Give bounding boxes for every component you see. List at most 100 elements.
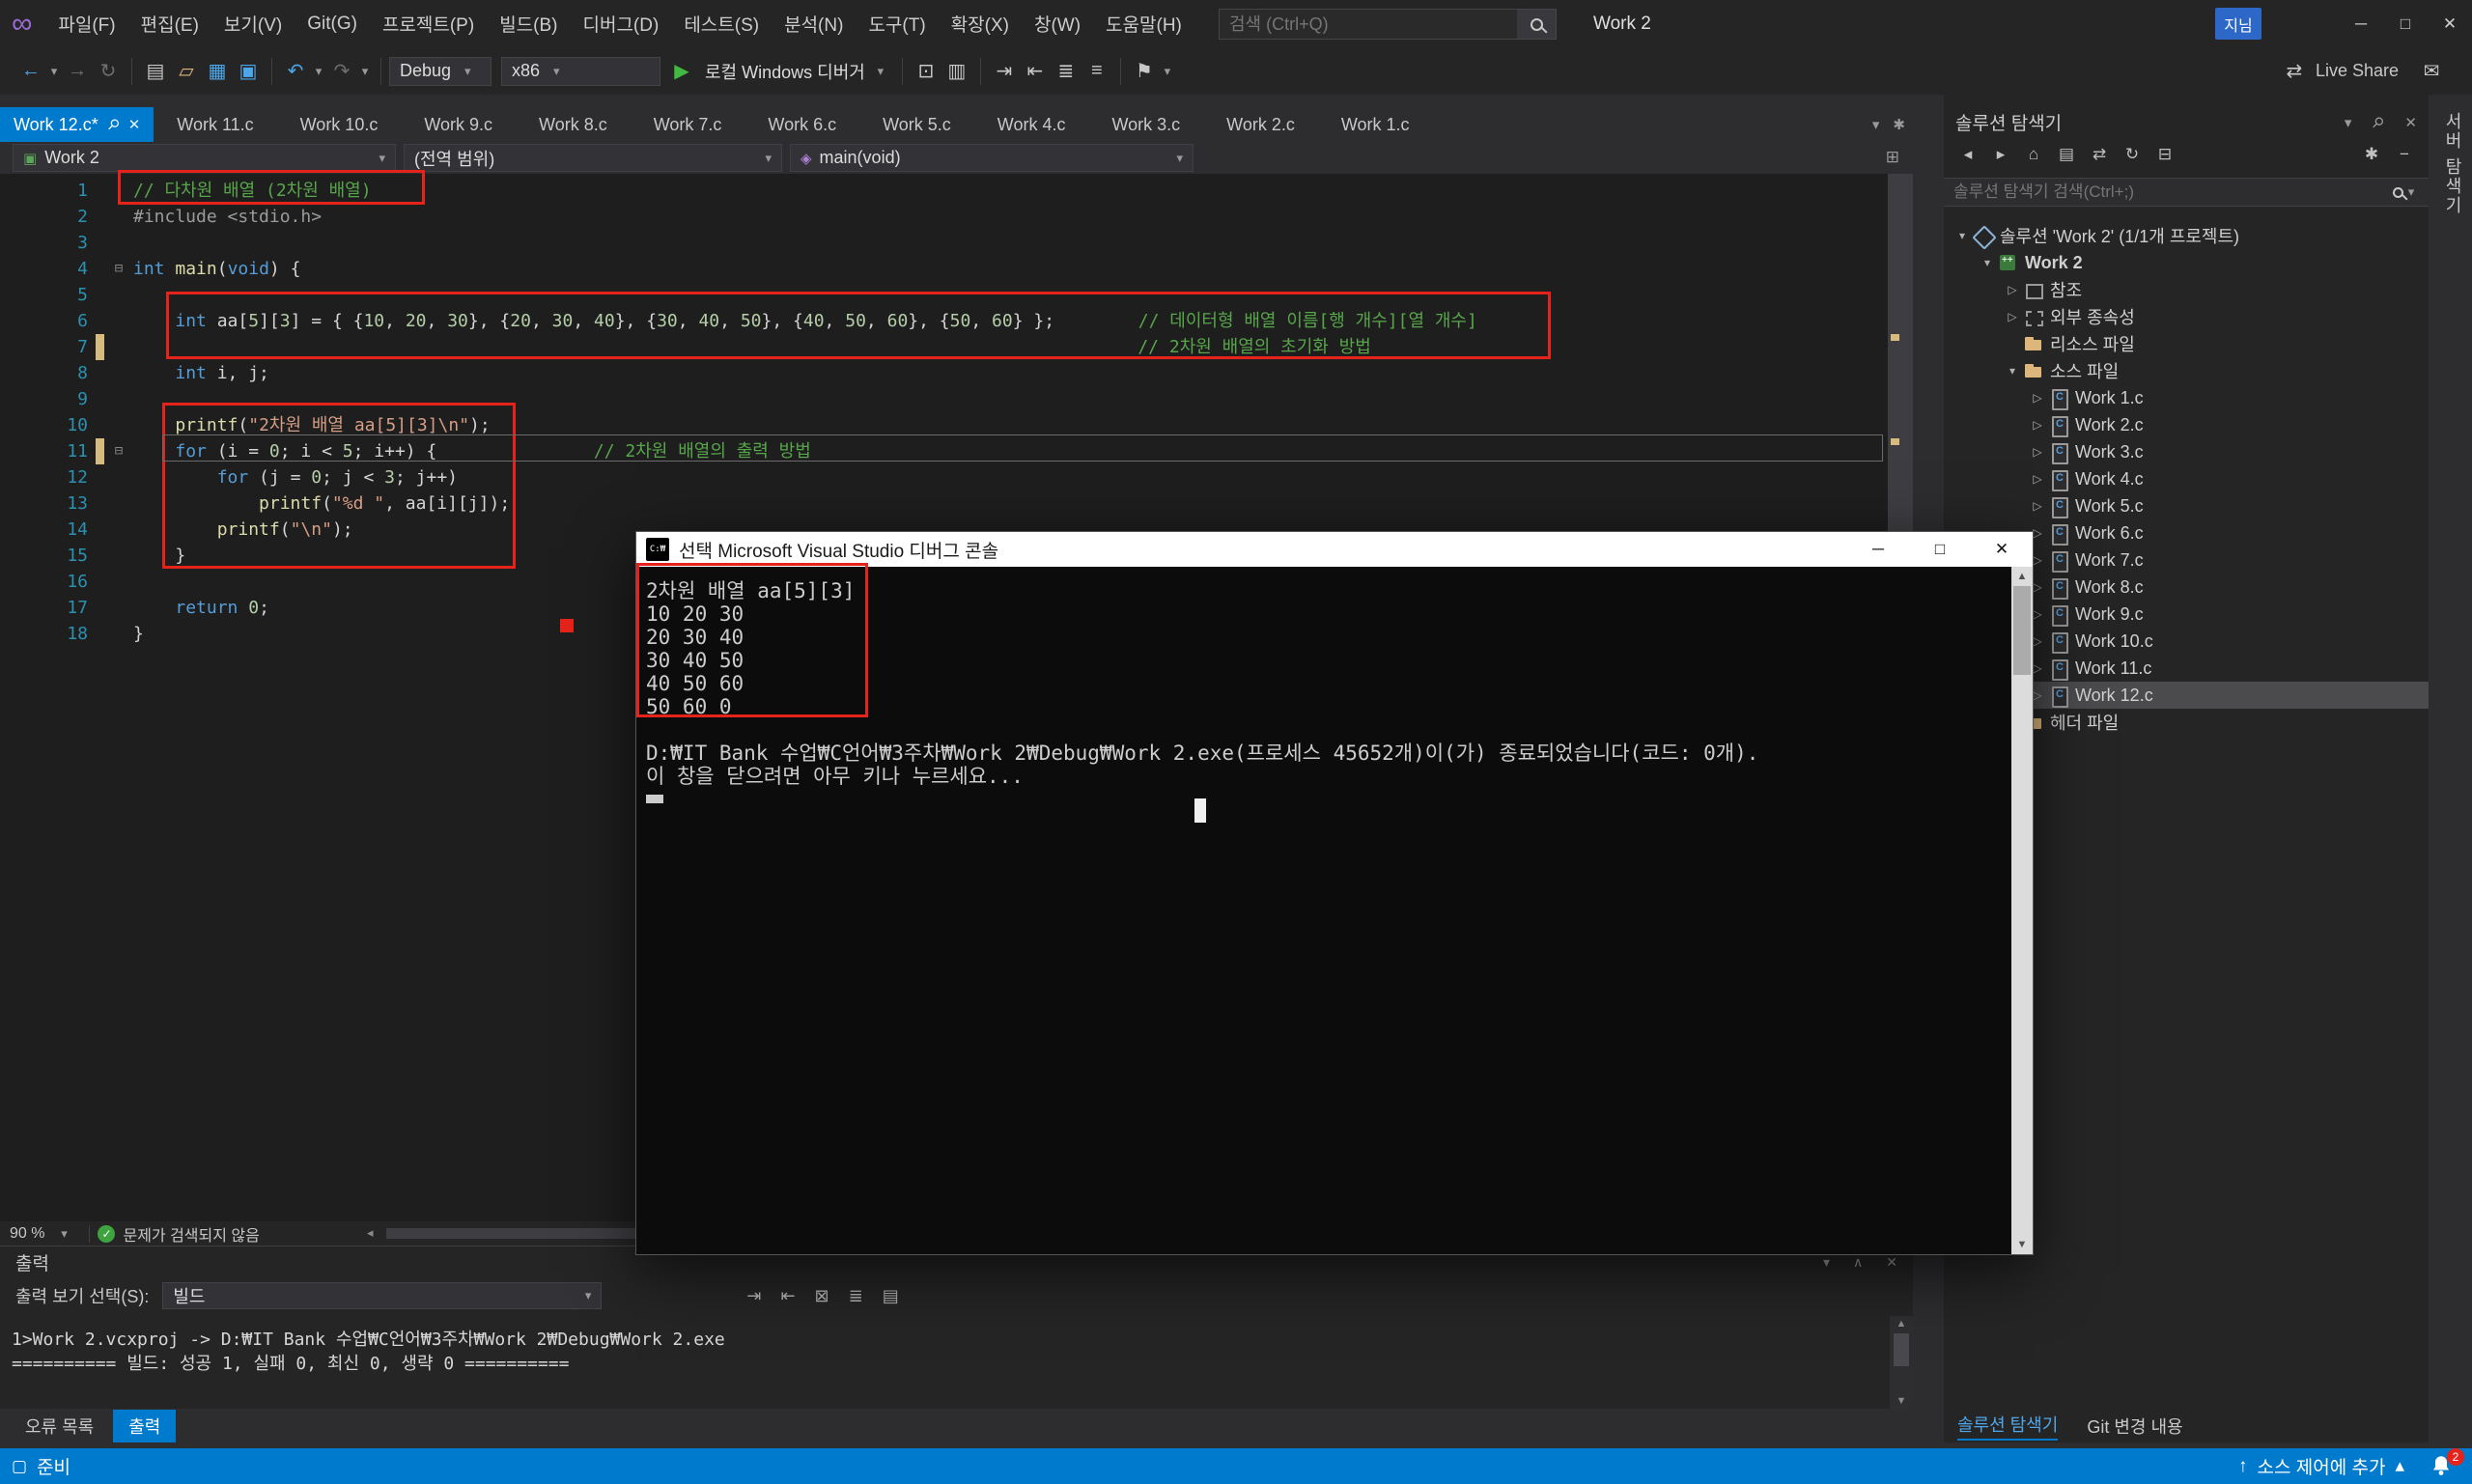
- tree-item[interactable]: ▾소스 파일: [1944, 357, 2429, 384]
- document-tab[interactable]: Work 10.c: [277, 107, 402, 142]
- close-panel-icon[interactable]: ✕: [1886, 1254, 1897, 1271]
- close-tab-icon[interactable]: ✕: [128, 116, 141, 133]
- tree-expand-arrow-icon[interactable]: ▾: [1977, 256, 1998, 269]
- feedback-icon[interactable]: ✉: [2416, 59, 2447, 83]
- attach-process-icon[interactable]: ⊡: [911, 59, 941, 83]
- bookmark-icon[interactable]: ⚑: [1129, 59, 1160, 83]
- user-account-badge[interactable]: 지님: [2215, 8, 2261, 40]
- fold-marker[interactable]: ⊟: [104, 438, 133, 464]
- line-number[interactable]: 7: [0, 334, 92, 360]
- code-line[interactable]: 11⊟ for (i = 0; i < 5; i++) { // 2차원 배열의…: [0, 438, 1913, 464]
- menu-item[interactable]: Git(G): [295, 0, 370, 47]
- document-tab[interactable]: Work 8.c: [516, 107, 631, 142]
- add-to-source-control-label[interactable]: 소스 제어에 추가: [2258, 1453, 2386, 1479]
- navigate-back-icon[interactable]: ←: [15, 60, 46, 82]
- server-explorer-vertical-tab[interactable]: 서버 탐색기: [2440, 112, 2465, 215]
- line-number[interactable]: 13: [0, 490, 92, 517]
- tree-item[interactable]: ▾Work 2: [1944, 249, 2429, 276]
- switch-views-icon[interactable]: ▤: [2052, 145, 2081, 164]
- collapse-panel-icon[interactable]: ∧: [1853, 1254, 1863, 1271]
- code-line[interactable]: 5: [0, 282, 1913, 308]
- configuration-dropdown[interactable]: Debug ▾: [389, 57, 492, 86]
- tree-item[interactable]: 리소스 파일: [1944, 330, 2429, 357]
- search-button[interactable]: [1517, 10, 1556, 39]
- code-line[interactable]: 3: [0, 230, 1913, 256]
- code-line[interactable]: 9: [0, 386, 1913, 412]
- close-button[interactable]: ✕: [2428, 0, 2472, 47]
- solution-explorer-search[interactable]: ▾: [1944, 178, 2429, 207]
- line-number[interactable]: 11: [0, 438, 92, 464]
- live-share-icon[interactable]: ⇄: [2279, 59, 2310, 83]
- menu-item[interactable]: 창(W): [1022, 0, 1093, 47]
- minimize-button[interactable]: ─: [2339, 0, 2383, 47]
- tree-item[interactable]: ▷Work 3.c: [1944, 438, 2429, 465]
- menu-item[interactable]: 분석(N): [772, 0, 856, 47]
- bookmark-caret-icon[interactable]: ▾: [1160, 64, 1175, 79]
- tree-item[interactable]: ▷Work 1.c: [1944, 384, 2429, 411]
- tree-item[interactable]: ▷Work 4.c: [1944, 465, 2429, 492]
- collapse-all-icon[interactable]: ⊟: [2150, 145, 2179, 164]
- line-number[interactable]: 8: [0, 360, 92, 386]
- solution-search-input[interactable]: [1953, 182, 2393, 202]
- console-maximize-button[interactable]: □: [1909, 532, 1971, 567]
- console-minimize-button[interactable]: ─: [1847, 532, 1909, 567]
- notifications-bell[interactable]: 2: [2430, 1454, 2458, 1479]
- menu-item[interactable]: 프로젝트(P): [370, 0, 487, 47]
- tree-expand-arrow-icon[interactable]: ▷: [2027, 472, 2048, 486]
- menu-item[interactable]: 편집(E): [128, 0, 211, 47]
- code-line[interactable]: 1// 다차원 배열 (2차원 배열): [0, 178, 1913, 204]
- undo-icon[interactable]: ↶: [280, 59, 311, 83]
- scroll-left-icon[interactable]: ◂: [367, 1225, 374, 1241]
- window-position-icon[interactable]: ▾: [1823, 1254, 1830, 1271]
- line-number[interactable]: 10: [0, 412, 92, 438]
- tree-expand-arrow-icon[interactable]: ▾: [1952, 229, 1973, 242]
- code-line[interactable]: 7 // 2차원 배열의 초기화 방법: [0, 334, 1913, 360]
- scroll-down-icon[interactable]: ▼: [2011, 1239, 2033, 1250]
- back-icon[interactable]: ◂: [1953, 145, 1982, 164]
- outdent-icon[interactable]: ⇤: [1020, 59, 1051, 83]
- sync-with-active-document-icon[interactable]: ⇄: [2085, 145, 2114, 164]
- uncomment-icon[interactable]: ≡: [1082, 60, 1112, 82]
- menu-item[interactable]: 확장(X): [939, 0, 1022, 47]
- scroll-up-icon[interactable]: ▲: [2011, 571, 2033, 582]
- live-share-label[interactable]: Live Share: [2316, 61, 2399, 81]
- scrollbar-thumb[interactable]: [2013, 586, 2031, 675]
- scrollbar-thumb[interactable]: [1894, 1333, 1909, 1366]
- tab-settings-gear-icon[interactable]: ✱: [1893, 116, 1905, 133]
- word-wrap-icon[interactable]: ≣: [849, 1286, 863, 1306]
- scroll-up-icon[interactable]: ▲: [1890, 1318, 1913, 1330]
- line-number[interactable]: 4: [0, 256, 92, 282]
- scope-dropdown[interactable]: (전역 범위) ▾: [404, 144, 782, 172]
- console-close-button[interactable]: ✕: [1971, 532, 2033, 567]
- start-debugging-button[interactable]: ▶ 로컬 Windows 디버거 ▾: [666, 59, 888, 84]
- document-tab[interactable]: Work 4.c: [974, 107, 1089, 142]
- line-number[interactable]: 5: [0, 282, 92, 308]
- output-source-dropdown[interactable]: 빌드 ▾: [162, 1282, 602, 1309]
- window-position-icon[interactable]: ▾: [2345, 114, 2352, 131]
- tree-item[interactable]: ▷참조: [1944, 276, 2429, 303]
- refresh-icon[interactable]: ↻: [2118, 145, 2147, 164]
- refresh-icon[interactable]: ↻: [93, 59, 124, 83]
- save-icon[interactable]: ▦: [202, 59, 233, 83]
- tree-item[interactable]: ▷Work 2.c: [1944, 411, 2429, 438]
- code-map-icon[interactable]: ▥: [941, 59, 972, 83]
- panel-tab[interactable]: 솔루션 탐색기: [1957, 1412, 2058, 1441]
- new-file-icon[interactable]: ▤: [140, 59, 171, 83]
- document-tab-active[interactable]: Work 12.c*⚲✕: [0, 107, 154, 142]
- line-number[interactable]: 1: [0, 178, 92, 204]
- redo-icon[interactable]: ↷: [326, 59, 357, 83]
- line-number[interactable]: 6: [0, 308, 92, 334]
- panel-tab[interactable]: Git 변경 내용: [2087, 1414, 2182, 1439]
- line-number[interactable]: 15: [0, 543, 92, 569]
- tree-expand-arrow-icon[interactable]: ▷: [2027, 499, 2048, 513]
- properties-icon[interactable]: ✱: [2357, 145, 2386, 164]
- debug-console-window[interactable]: C:₩ 선택 Microsoft Visual Studio 디버그 콘솔 ─ …: [635, 531, 2034, 1255]
- line-number[interactable]: 14: [0, 517, 92, 543]
- close-icon[interactable]: ✕: [2404, 114, 2417, 131]
- document-tab[interactable]: Work 9.c: [401, 107, 516, 142]
- code-line[interactable]: 10 printf("2차원 배열 aa[5][3]\n");: [0, 412, 1913, 438]
- code-line[interactable]: 8 int i, j;: [0, 360, 1913, 386]
- solution-explorer-caption[interactable]: 솔루션 탐색기 ▾ ⚲ ✕: [1944, 107, 2429, 137]
- maximize-button[interactable]: □: [2383, 0, 2428, 47]
- panel-tab[interactable]: 출력: [113, 1410, 176, 1442]
